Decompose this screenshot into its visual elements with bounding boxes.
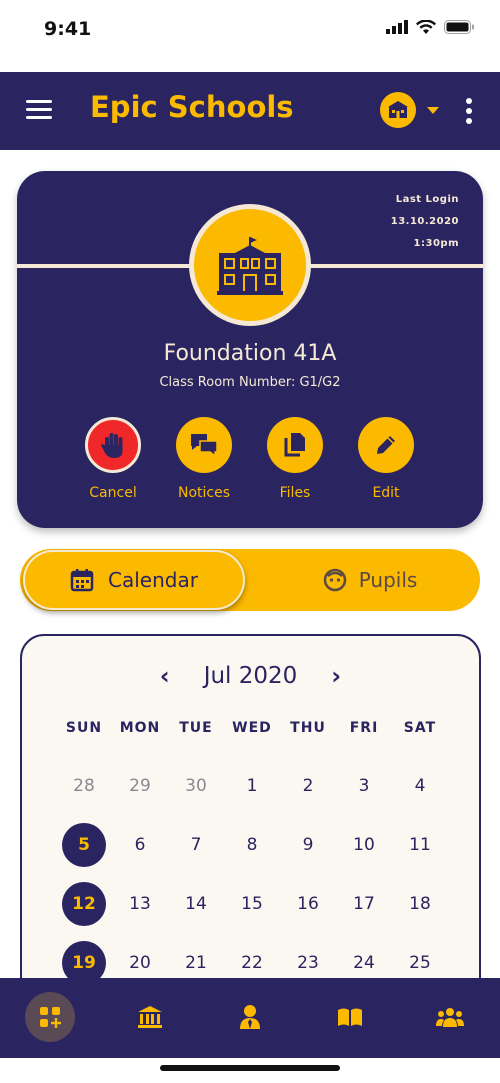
tab-calendar[interactable]: Calendar: [23, 550, 245, 610]
status-bar: 9:41: [0, 0, 500, 72]
child-face-icon: [323, 568, 346, 592]
calendar-day[interactable]: 29: [118, 764, 162, 808]
group-icon: [436, 1008, 464, 1027]
school-icon: [388, 101, 408, 118]
calendar-day[interactable]: 7: [174, 823, 218, 867]
school-crest: [189, 204, 311, 326]
person-icon: [240, 1005, 260, 1029]
calendar-day[interactable]: 1: [230, 764, 274, 808]
nav-school[interactable]: [125, 992, 175, 1042]
book-icon: [338, 1008, 362, 1026]
calendar-day[interactable]: 14: [174, 882, 218, 926]
classroom-number: Class Room Number: G1/G2: [159, 375, 341, 390]
chevron-down-icon[interactable]: [427, 107, 439, 114]
calendar-day[interactable]: 3: [342, 764, 386, 808]
chevron-right-icon[interactable]: ›: [331, 662, 341, 690]
calendar-day[interactable]: 6: [118, 823, 162, 867]
class-card: Last Login 13.10.2020 1:30pm Foundation …: [17, 171, 483, 528]
chevron-left-icon[interactable]: ‹: [160, 662, 170, 690]
nav-groups[interactable]: [425, 992, 475, 1042]
school-building-icon: [217, 237, 283, 295]
class-name: Foundation 41A: [163, 341, 337, 366]
edit-label: Edit: [372, 485, 400, 501]
weekday-label: WED: [232, 720, 272, 736]
signal-icon: [386, 20, 408, 34]
dashboard-icon: [40, 1007, 61, 1028]
notices-button[interactable]: Notices: [159, 417, 249, 501]
files-icon: [284, 433, 305, 457]
files-label: Files: [279, 485, 311, 501]
weekday-label: SUN: [65, 720, 103, 736]
calendar-day[interactable]: 17: [342, 882, 386, 926]
files-button[interactable]: Files: [250, 417, 340, 501]
calendar-header: ‹ Jul 2020 ›: [22, 662, 479, 690]
home-indicator[interactable]: [160, 1065, 340, 1071]
view-toggle: Calendar Pupils: [20, 549, 480, 611]
wifi-icon: [416, 20, 436, 34]
nav-profile[interactable]: [225, 992, 275, 1042]
more-options-icon[interactable]: [466, 98, 472, 128]
stop-hand-icon: [101, 433, 123, 458]
calendar-day[interactable]: 10: [342, 823, 386, 867]
weekday-label: THU: [290, 720, 326, 736]
weekday-label: TUE: [179, 720, 213, 736]
tab-calendar-label: Calendar: [108, 568, 198, 592]
calendar-day[interactable]: 2: [286, 764, 330, 808]
cancel-button[interactable]: Cancel: [68, 417, 158, 501]
calendar-day[interactable]: 28: [62, 764, 106, 808]
app-header: Epic Schools: [0, 72, 500, 150]
menu-icon[interactable]: [26, 100, 52, 120]
calendar-day[interactable]: 15: [230, 882, 274, 926]
tab-pupils-label: Pupils: [358, 568, 418, 592]
weekday-label: FRI: [349, 720, 379, 736]
school-building-icon: [138, 1006, 162, 1028]
calendar-day[interactable]: 30: [174, 764, 218, 808]
calendar-month-title: Jul 2020: [203, 663, 298, 689]
status-time: 9:41: [44, 18, 92, 40]
battery-icon: [444, 20, 474, 34]
last-login-date: 13.10.2020: [390, 216, 459, 227]
last-login-label: Last Login: [395, 194, 459, 205]
bottom-navigation: [0, 978, 500, 1058]
weekday-label: SAT: [403, 720, 437, 736]
notices-label: Notices: [177, 485, 231, 501]
edit-button[interactable]: Edit: [341, 417, 431, 501]
app-title: Epic Schools: [90, 90, 294, 124]
calendar-day[interactable]: 8: [230, 823, 274, 867]
chat-icon: [191, 434, 218, 458]
last-login-time: 1:30pm: [413, 238, 459, 249]
weekday-label: MON: [119, 720, 161, 736]
calendar-day[interactable]: 11: [398, 823, 442, 867]
nav-dashboard[interactable]: [25, 992, 75, 1042]
calendar-widget: ‹ Jul 2020 › SUN MON TUE WED THU FRI SAT 28 29 3…: [20, 634, 481, 1014]
calendar-day[interactable]: 4: [398, 764, 442, 808]
calendar-day[interactable]: 9: [286, 823, 330, 867]
school-selector[interactable]: [380, 92, 416, 128]
status-icons: [386, 20, 474, 34]
calendar-day[interactable]: 13: [118, 882, 162, 926]
cancel-label: Cancel: [89, 485, 137, 501]
calendar-day[interactable]: 5: [62, 823, 106, 867]
pencil-icon: [377, 436, 395, 454]
last-login: Last Login 13.10.2020 1:30pm: [391, 189, 459, 255]
calendar-day[interactable]: 12: [62, 882, 106, 926]
calendar-day[interactable]: 18: [398, 882, 442, 926]
calendar-icon: [70, 569, 94, 592]
tab-pupils[interactable]: Pupils: [260, 549, 480, 611]
nav-library[interactable]: [325, 992, 375, 1042]
calendar-day[interactable]: 16: [286, 882, 330, 926]
